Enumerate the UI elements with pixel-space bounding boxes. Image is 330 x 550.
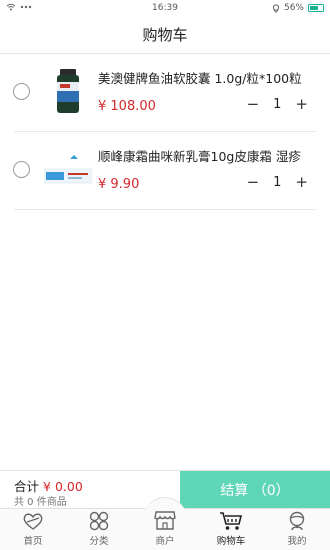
increase-button[interactable]: + — [295, 175, 308, 190]
decrease-button[interactable]: − — [247, 175, 260, 190]
select-item-checkbox[interactable] — [13, 83, 30, 100]
product-image[interactable] — [44, 142, 92, 198]
fish-oil-bottle-image — [57, 69, 79, 113]
product-image[interactable] — [44, 64, 92, 120]
cart-icon — [220, 512, 243, 530]
quantity-value: 1 — [273, 97, 282, 112]
cart-item: 顺峰康霜曲咪新乳膏10g皮康霜 湿疹 ¥ 9.90 − 1 + — [0, 132, 330, 210]
checkout-button[interactable]: 结算 （0） — [180, 471, 330, 509]
item-divider — [14, 209, 316, 210]
tab-label: 我的 — [287, 536, 307, 547]
tab-cart[interactable]: 购物车 — [198, 509, 264, 550]
total-amount: ¥ 0.00 — [43, 479, 83, 494]
product-title[interactable]: 顺峰康霜曲咪新乳膏10g皮康霜 湿疹 — [98, 146, 318, 165]
profile-icon — [289, 511, 305, 531]
product-price: ¥ 9.90 — [98, 177, 140, 192]
item-count: 共 0 件商品 — [14, 497, 67, 508]
page-header: 购物车 — [0, 16, 330, 54]
quantity-value: 1 — [273, 175, 282, 190]
page-title: 购物车 — [142, 26, 188, 44]
increase-button[interactable]: + — [295, 97, 308, 112]
tab-home[interactable]: 首页 — [0, 509, 66, 550]
cart-item: 美澳健牌鱼油软胶囊 1.0g/粒*100粒 ¥ 108.00 − 1 + — [0, 54, 330, 132]
tab-label: 商户 — [155, 536, 175, 547]
quantity-stepper: − 1 + — [247, 97, 308, 113]
tab-label: 购物车 — [216, 536, 246, 547]
tab-category[interactable]: 分类 — [66, 509, 132, 550]
quantity-stepper: − 1 + — [247, 175, 308, 191]
status-right: 56% — [272, 3, 324, 13]
tab-merchant[interactable]: 商户 — [132, 497, 198, 550]
battery-icon — [308, 4, 324, 12]
merchant-icon — [154, 511, 176, 530]
tab-label: 首页 — [23, 536, 43, 547]
tab-profile[interactable]: 我的 — [264, 509, 330, 550]
total-label: 合计 — [14, 479, 40, 494]
product-price: ¥ 108.00 — [98, 99, 156, 114]
category-icon — [89, 511, 109, 531]
decrease-button[interactable]: − — [247, 97, 260, 112]
battery-percent: 56% — [283, 3, 304, 13]
home-icon — [23, 513, 43, 530]
select-item-checkbox[interactable] — [13, 161, 30, 178]
status-bar: 16:39 56% — [0, 0, 330, 16]
tab-label: 分类 — [89, 536, 109, 547]
product-title[interactable]: 美澳健牌鱼油软胶囊 1.0g/粒*100粒 — [98, 68, 318, 87]
tab-bar: 首页 分类 商户 购物车 我的 — [0, 497, 330, 550]
ointment-box-image — [44, 155, 92, 184]
location-icon — [272, 3, 280, 13]
